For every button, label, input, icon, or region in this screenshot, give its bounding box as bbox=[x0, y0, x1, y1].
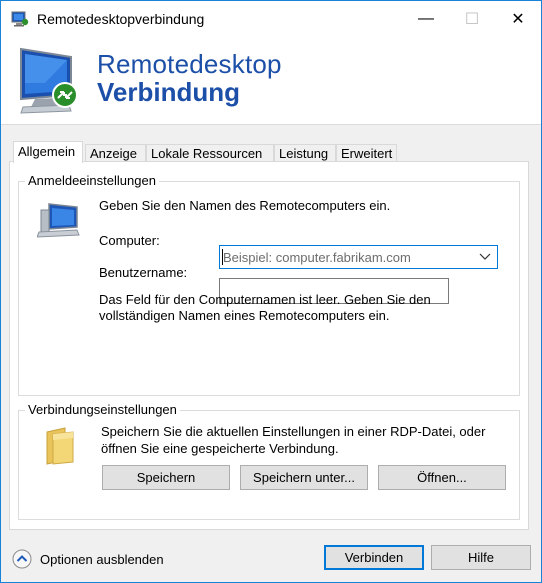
computer-combobox[interactable] bbox=[219, 245, 498, 269]
minimize-button[interactable]: — bbox=[403, 1, 449, 37]
connection-desc-line2: öffnen Sie eine gespeicherte Verbindung. bbox=[101, 441, 339, 456]
open-button[interactable]: Öffnen... bbox=[378, 465, 506, 490]
save-button[interactable]: Speichern bbox=[102, 465, 230, 490]
rdp-app-icon bbox=[11, 11, 29, 27]
tab-anzeige[interactable]: Anzeige bbox=[85, 144, 146, 162]
logon-settings-title: Anmeldeeinstellungen bbox=[25, 173, 159, 188]
maximize-button[interactable]: ☐ bbox=[449, 1, 495, 37]
rdp-window: Remotedesktopverbindung — ☐ ✕ Remotedesk… bbox=[0, 0, 542, 583]
hint-text-line1: Das Feld für den Computernamen ist leer.… bbox=[99, 292, 431, 307]
save-as-button[interactable]: Speichern unter... bbox=[240, 465, 368, 490]
connection-settings-group: Verbindungseinstellungen Speichern Sie d… bbox=[18, 402, 520, 520]
banner-divider bbox=[1, 124, 541, 125]
computer-input[interactable] bbox=[223, 248, 473, 266]
toggle-options[interactable]: Optionen ausblenden bbox=[12, 549, 164, 569]
title-bar[interactable]: Remotedesktopverbindung — ☐ ✕ bbox=[1, 1, 541, 37]
connect-button[interactable]: Verbinden bbox=[324, 545, 424, 570]
logon-intro-text: Geben Sie den Namen des Remotecomputers … bbox=[99, 198, 391, 213]
banner-title-line2: Verbindung bbox=[97, 77, 240, 107]
connection-settings-title: Verbindungseinstellungen bbox=[25, 402, 180, 417]
options-label[interactable]: Optionen ausblenden bbox=[40, 552, 164, 567]
tab-allgemein[interactable]: Allgemein bbox=[13, 141, 83, 163]
folder-icon bbox=[46, 427, 74, 465]
text-caret bbox=[222, 249, 223, 265]
help-button[interactable]: Hilfe bbox=[431, 545, 531, 570]
tab-erweitert[interactable]: Erweitert bbox=[336, 144, 397, 162]
username-label: Benutzername: bbox=[99, 265, 188, 280]
logon-settings-group: Anmeldeeinstellungen Geben Sie den Namen… bbox=[18, 173, 520, 396]
close-button[interactable]: ✕ bbox=[495, 1, 541, 37]
collapse-up-icon[interactable] bbox=[12, 549, 32, 569]
chevron-down-icon[interactable] bbox=[479, 250, 491, 262]
rdp-monitor-logo bbox=[20, 47, 78, 114]
banner: Remotedesktop Verbindung bbox=[1, 37, 541, 125]
computer-label: Computer: bbox=[99, 233, 160, 248]
tab-lokale-ressourcen[interactable]: Lokale Ressourcen bbox=[146, 144, 274, 162]
window-title: Remotedesktopverbindung bbox=[37, 11, 205, 27]
tab-panel-allgemein: Anmeldeeinstellungen Geben Sie den Namen… bbox=[9, 161, 529, 530]
banner-title-line1: Remotedesktop bbox=[97, 49, 282, 79]
computer-icon bbox=[37, 203, 80, 238]
connection-desc-line1: Speichern Sie die aktuellen Einstellunge… bbox=[101, 424, 486, 439]
tab-leistung[interactable]: Leistung bbox=[274, 144, 336, 162]
hint-text-line2: vollständigen Namen eines Remotecomputer… bbox=[99, 308, 390, 323]
